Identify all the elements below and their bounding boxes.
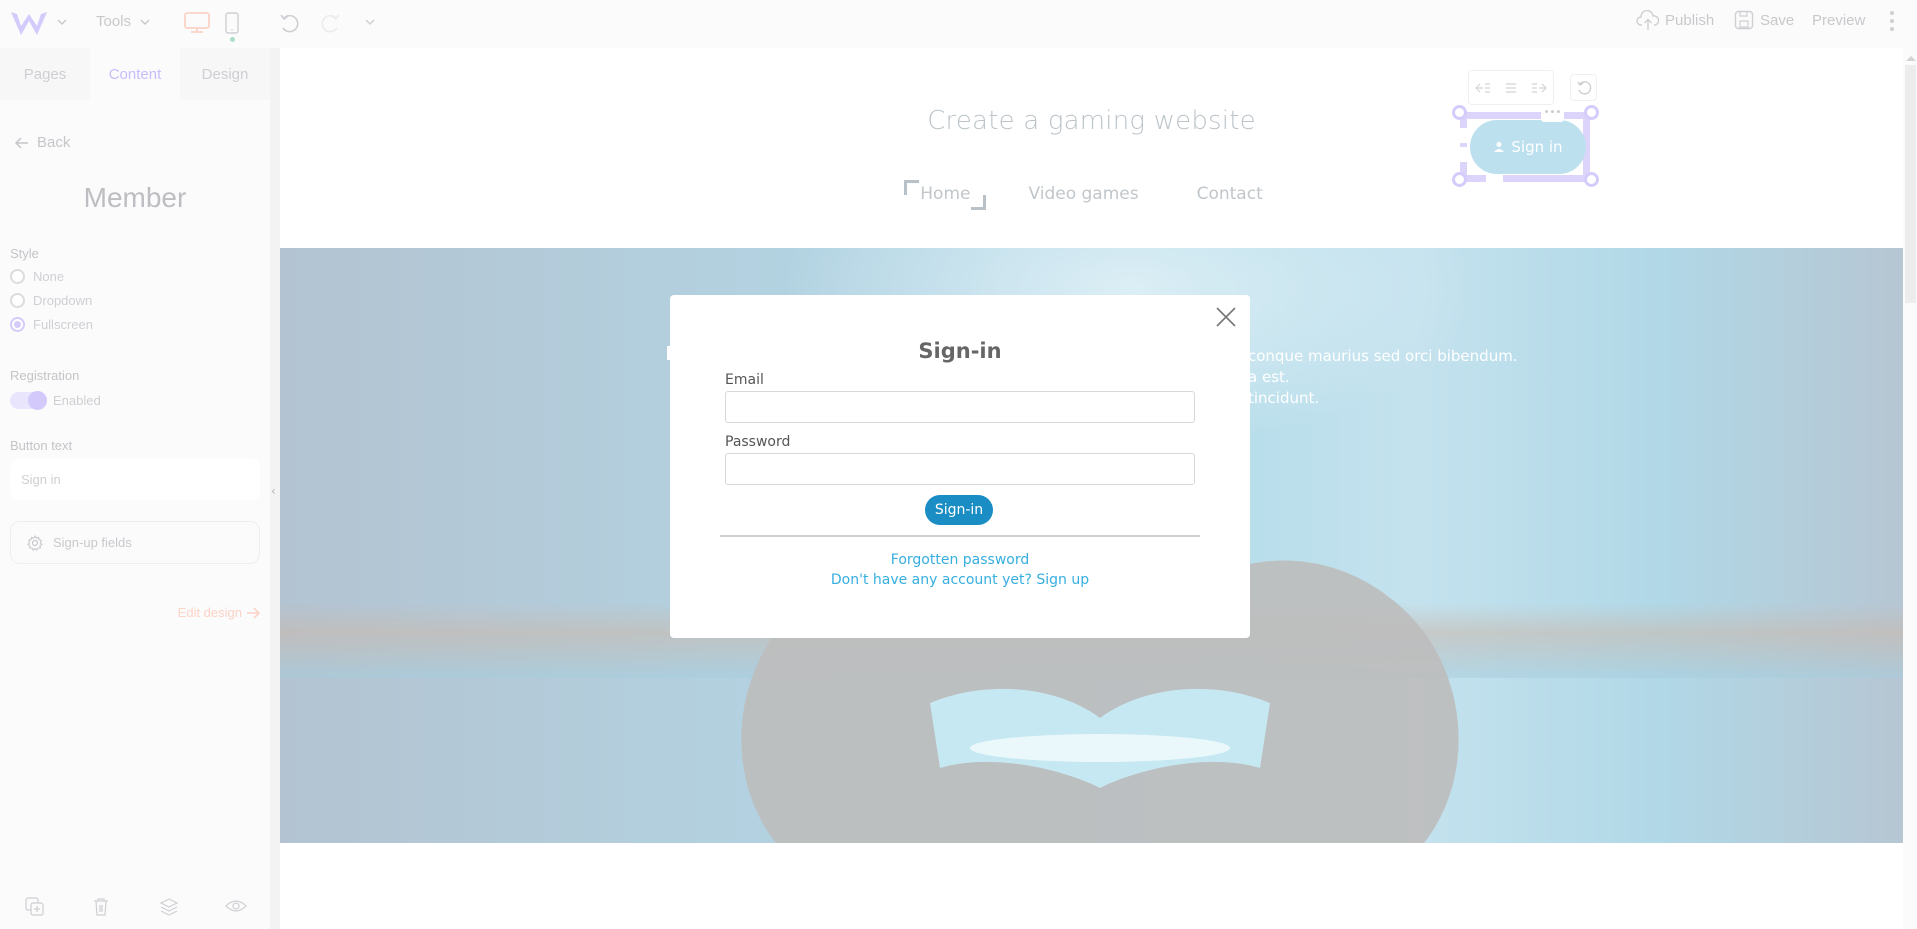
signup-link[interactable]: Don't have any account yet? Sign up [670, 572, 1250, 588]
sidebar-bottom-actions [0, 879, 270, 929]
toggle-label: Enabled [53, 393, 101, 408]
resize-handle-top-right[interactable] [1584, 105, 1599, 120]
signup-fields-label: Sign-up fields [53, 535, 132, 550]
resize-handle-bottom-left[interactable] [1452, 172, 1467, 187]
registration-toggle[interactable]: Enabled [10, 391, 101, 410]
password-label: Password [725, 434, 791, 450]
redo-icon[interactable] [318, 12, 342, 36]
reset-button[interactable] [1570, 74, 1597, 101]
nav-item-contact[interactable]: Contact [1168, 184, 1292, 204]
eye-icon[interactable] [225, 899, 247, 913]
align-center-icon[interactable] [1504, 82, 1518, 94]
hero-text-line: a est. [1248, 368, 1290, 386]
publish-icon[interactable] [1636, 10, 1660, 32]
signup-fields-button[interactable]: Sign-up fields [10, 521, 260, 564]
top-toolbar: Tools Publish Save Preview [0, 0, 1917, 48]
scroll-thumb[interactable] [1905, 65, 1916, 303]
resize-handle-top-left[interactable] [1452, 105, 1467, 120]
forgot-password-link[interactable]: Forgotten password [670, 552, 1250, 568]
reset-icon [1576, 80, 1591, 95]
toggle-knob [28, 391, 47, 410]
spacing-handle[interactable] [1486, 174, 1503, 188]
site-title[interactable]: Create a gaming website [280, 106, 1903, 136]
duplicate-icon[interactable] [25, 897, 45, 917]
registration-label: Registration [10, 368, 80, 383]
tab-pages[interactable]: Pages [0, 48, 90, 100]
sidebar-tabs: Pages Content Design [0, 48, 270, 100]
user-icon [1494, 142, 1505, 152]
style-label: Style [10, 246, 39, 261]
mobile-indicator-dot [230, 37, 235, 42]
signin-modal: Sign-in Email Password Sign-in Forgotten… [670, 295, 1250, 638]
member-signin-button[interactable]: Sign in [1470, 120, 1586, 174]
align-right-icon[interactable] [1531, 82, 1547, 94]
more-options-icon[interactable] [1889, 10, 1895, 32]
left-sidebar: Pages Content Design Back Member Style N… [0, 48, 270, 929]
edit-design-label: Edit design [177, 605, 242, 620]
arrow-left-icon [15, 136, 28, 149]
nav-item-video-games[interactable]: Video games [999, 184, 1167, 204]
close-icon[interactable] [1214, 305, 1238, 329]
member-button-label: Sign in [1511, 138, 1563, 156]
page-canvas: Create a gaming website Home Video games… [280, 48, 1903, 929]
logo-menu-chevron-icon[interactable] [56, 16, 68, 28]
radio-icon [10, 293, 25, 308]
panel-title: Member [83, 182, 187, 213]
style-option-label: Fullscreen [33, 317, 93, 332]
collapse-sidebar-icon[interactable]: ‹ [271, 484, 276, 498]
alignment-toolbar [1468, 70, 1554, 105]
button-text-label: Button text [10, 438, 73, 453]
save-button[interactable]: Save [1760, 12, 1794, 29]
history-chevron-icon[interactable] [364, 16, 376, 28]
back-button[interactable]: Back [15, 134, 70, 151]
publish-button[interactable]: Publish [1665, 12, 1714, 29]
style-option-none[interactable]: None [10, 269, 64, 284]
resize-handle-bottom-right[interactable] [1584, 172, 1599, 187]
element-more-button[interactable]: ••• [1541, 106, 1564, 122]
desktop-view-icon[interactable] [184, 12, 210, 34]
back-label: Back [37, 134, 71, 151]
layers-icon[interactable] [159, 897, 179, 917]
style-option-label: None [33, 269, 65, 284]
tab-content[interactable]: Content [90, 48, 180, 100]
edit-design-link[interactable]: Edit design [178, 605, 260, 620]
align-left-icon[interactable] [1475, 82, 1491, 94]
style-option-fullscreen[interactable]: Fullscreen [10, 317, 93, 332]
tab-design[interactable]: Design [180, 48, 270, 100]
hero-text-line: tincidunt. [1248, 389, 1320, 407]
hero-text: conque maurius sed orci bibendum. a est.… [1248, 346, 1518, 409]
tools-chevron-icon[interactable] [139, 16, 151, 28]
drag-handle[interactable] [1455, 147, 1468, 162]
site-nav: Home Video games Contact [280, 180, 1903, 210]
button-text-input[interactable]: Sign in [10, 459, 260, 500]
nav-item-home[interactable]: Home [891, 180, 999, 210]
canvas-scrollbar[interactable] [1903, 48, 1917, 929]
drag-handle[interactable] [1455, 128, 1468, 143]
modal-title: Sign-in [918, 339, 1002, 363]
radio-icon [10, 269, 25, 284]
undo-icon[interactable] [278, 12, 302, 36]
mobile-view-icon[interactable] [225, 12, 239, 36]
style-option-dropdown[interactable]: Dropdown [10, 293, 92, 308]
arrow-right-icon [247, 606, 260, 619]
gear-icon [27, 534, 43, 551]
modal-divider [720, 535, 1200, 537]
hero-section: conque maurius sed orci bibendum. a est.… [280, 248, 1903, 843]
save-icon[interactable] [1734, 10, 1754, 30]
trash-icon[interactable] [93, 897, 109, 917]
tools-menu[interactable]: Tools [96, 13, 131, 30]
radio-selected-icon [10, 317, 25, 332]
scroll-up-arrow-icon[interactable] [1906, 56, 1916, 61]
toggle-track[interactable] [10, 391, 47, 410]
signin-submit-button[interactable]: Sign-in [925, 495, 993, 525]
hero-text-line: conque maurius sed orci bibendum. [1248, 347, 1518, 365]
password-field[interactable] [725, 453, 1195, 485]
email-field[interactable] [725, 391, 1195, 423]
style-option-label: Dropdown [33, 293, 93, 308]
logo-icon[interactable] [10, 9, 48, 37]
preview-button[interactable]: Preview [1812, 12, 1865, 29]
email-label: Email [725, 372, 764, 388]
